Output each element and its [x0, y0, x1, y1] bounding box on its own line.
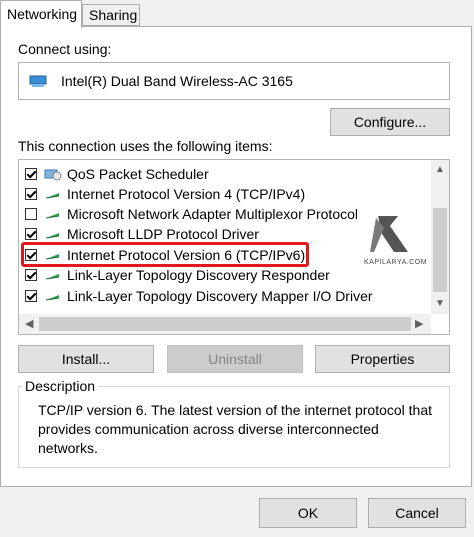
- items-label: This connection uses the following items…: [18, 138, 273, 154]
- install-button[interactable]: Install...: [18, 345, 154, 373]
- kapilarya-logo-icon: [370, 216, 408, 252]
- tab-networking-label: Networking: [7, 6, 78, 22]
- horizontal-scroll-thumb[interactable]: [39, 317, 411, 331]
- list-item-ipv4[interactable]: Internet Protocol Version 4 (TCP/IPv4): [25, 184, 305, 204]
- protocol-icon: [45, 193, 60, 199]
- list-item-qos[interactable]: QoS Packet Scheduler: [25, 164, 209, 184]
- list-item-multiplexor[interactable]: Microsoft Network Adapter Multiplexor Pr…: [25, 204, 358, 224]
- description-text: TCP/IP version 6. The latest version of …: [38, 402, 433, 456]
- network-adapter-icon: [29, 75, 47, 87]
- item-label: Link-Layer Topology Discovery Mapper I/O…: [67, 288, 373, 304]
- protocol-icon: [45, 213, 60, 219]
- properties-button[interactable]: Properties: [315, 345, 450, 373]
- checkbox-multiplexor[interactable]: [25, 208, 37, 220]
- list-item-lldp[interactable]: Microsoft LLDP Protocol Driver: [25, 224, 259, 244]
- cancel-button[interactable]: Cancel: [368, 498, 466, 528]
- item-label: Microsoft Network Adapter Multiplexor Pr…: [67, 206, 358, 222]
- tab-sharing[interactable]: Sharing: [82, 4, 140, 26]
- description-legend: Description: [22, 378, 99, 394]
- item-label: Microsoft LLDP Protocol Driver: [67, 226, 259, 242]
- connect-using-label: Connect using:: [18, 41, 112, 57]
- horizontal-scrollbar[interactable]: ◀ ▶: [19, 314, 431, 334]
- ok-button[interactable]: OK: [259, 498, 357, 528]
- scroll-right-icon[interactable]: ▶: [415, 317, 423, 330]
- protocol-icon: [45, 295, 60, 301]
- protocol-icon: [45, 233, 60, 239]
- checkbox-lltd-mapper[interactable]: [25, 290, 37, 302]
- checkbox-lltd-responder[interactable]: [25, 269, 37, 281]
- scroll-up-icon[interactable]: ▲: [435, 164, 445, 175]
- checkbox-lldp[interactable]: [25, 228, 37, 240]
- item-label: QoS Packet Scheduler: [67, 166, 209, 182]
- item-label: Link-Layer Topology Discovery Responder: [67, 267, 330, 283]
- scroll-left-icon[interactable]: ◀: [25, 317, 33, 330]
- scroll-down-icon[interactable]: ▼: [435, 298, 445, 309]
- checkbox-qos[interactable]: [25, 168, 37, 180]
- vertical-scrollbar[interactable]: ▲ ▼: [431, 160, 449, 314]
- checkbox-ipv4[interactable]: [25, 188, 37, 200]
- highlight-box: [21, 242, 309, 267]
- uninstall-button[interactable]: Uninstall: [167, 345, 303, 373]
- list-item-lltd-mapper[interactable]: Link-Layer Topology Discovery Mapper I/O…: [25, 286, 373, 306]
- item-label: Internet Protocol Version 4 (TCP/IPv4): [67, 186, 306, 202]
- tab-sharing-label: Sharing: [89, 7, 138, 23]
- configure-button[interactable]: Configure...: [330, 108, 450, 136]
- protocol-icon: [45, 274, 60, 280]
- adapter-box: Intel(R) Dual Band Wireless-AC 3165: [18, 62, 450, 100]
- vertical-scroll-thumb[interactable]: [433, 208, 447, 292]
- watermark-text: KAPILARYA.COM: [364, 259, 428, 266]
- qos-service-icon: [44, 169, 62, 181]
- adapter-name: Intel(R) Dual Band Wireless-AC 3165: [61, 73, 293, 89]
- tab-networking[interactable]: Networking: [0, 0, 82, 28]
- list-item-lltd-responder[interactable]: Link-Layer Topology Discovery Responder: [25, 265, 330, 285]
